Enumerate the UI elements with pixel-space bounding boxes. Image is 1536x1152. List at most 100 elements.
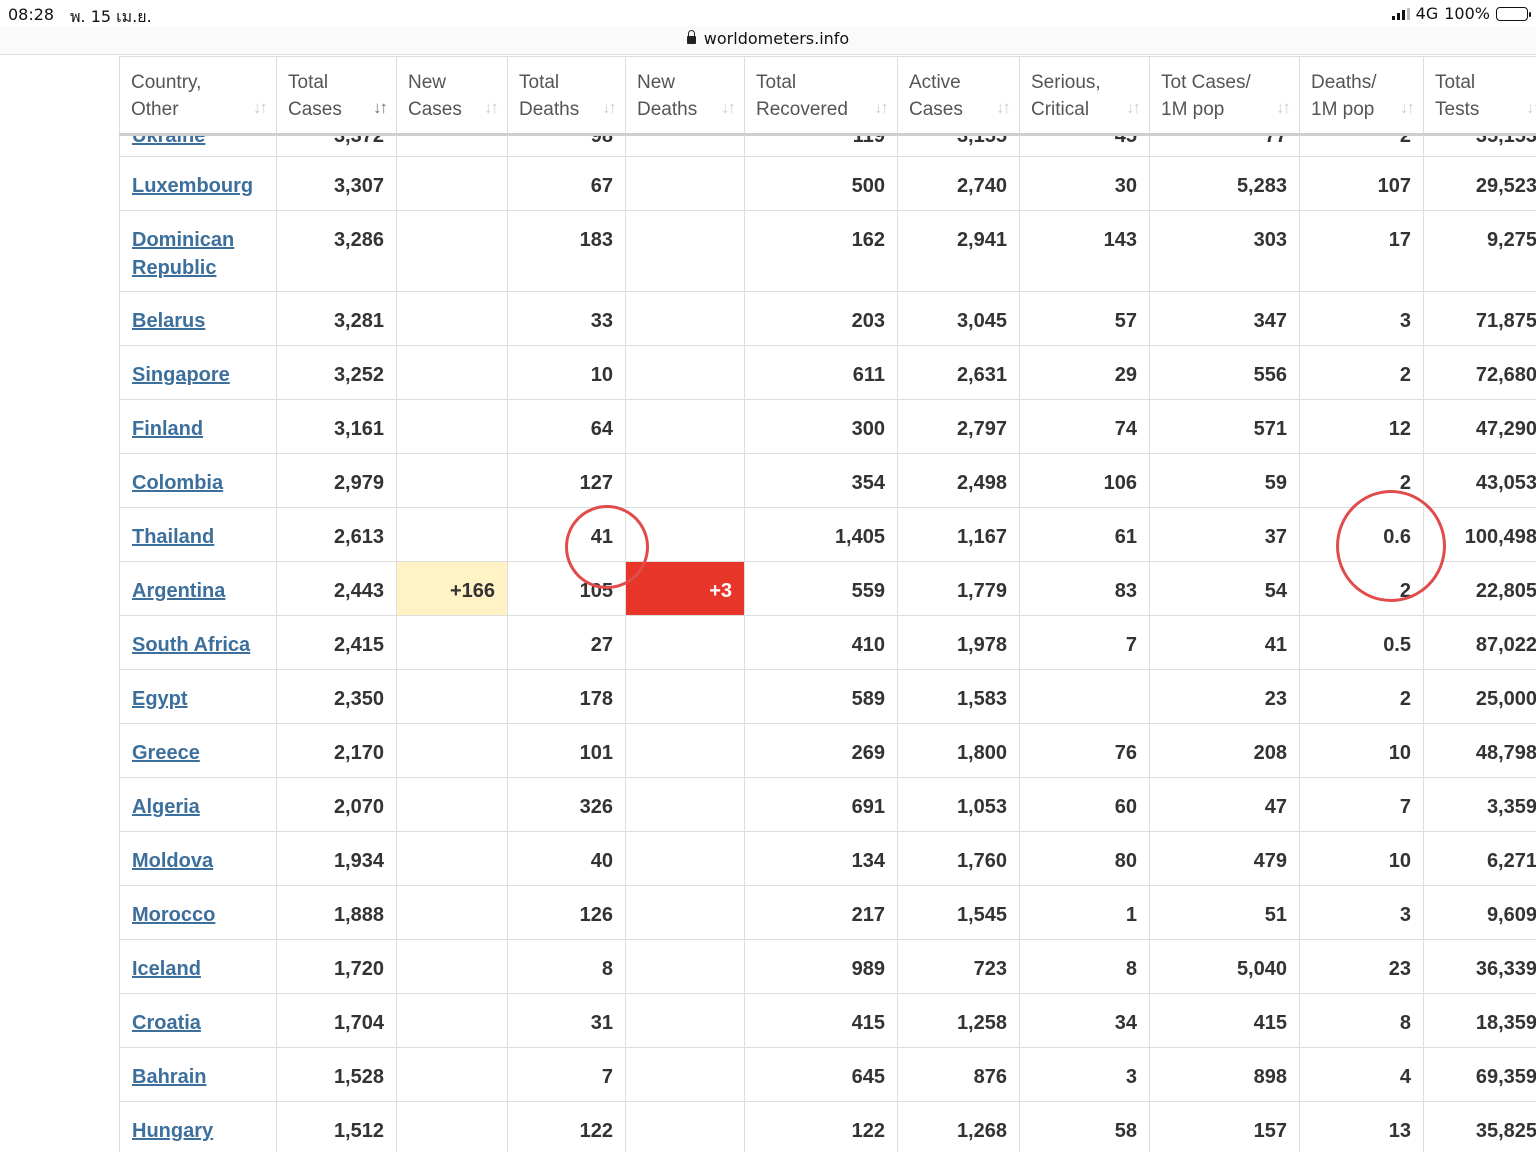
- column-header[interactable]: Total Tests ↓↑: [1423, 56, 1536, 136]
- country-link[interactable]: Bahrain: [132, 1066, 206, 1088]
- table-row: Singapore 3,252 10 611 2,631 29 556 2 72,680: [119, 345, 1536, 400]
- country-link[interactable]: Singapore: [132, 364, 230, 386]
- sort-icon[interactable]: ↓↑: [874, 94, 889, 121]
- cell-value: 1,800: [956, 742, 1007, 764]
- cell-value: 1,779: [956, 580, 1007, 602]
- sort-icon[interactable]: ↓↑: [484, 94, 499, 121]
- column-header[interactable]: Active Cases ↓↑: [897, 56, 1020, 136]
- cell-value: 4: [1399, 1066, 1411, 1088]
- header-line: Deaths: [519, 99, 580, 120]
- table-cell: 217: [744, 885, 898, 940]
- cell-value: 48,798: [1475, 742, 1536, 764]
- country-cell: Belarus: [119, 291, 277, 346]
- table-cell: [396, 615, 508, 670]
- table-cell: 2,170: [276, 723, 397, 778]
- column-header[interactable]: Total Deaths ↓↑: [507, 56, 626, 136]
- table-cell: 5,040: [1149, 939, 1300, 994]
- country-link[interactable]: Morocco: [132, 904, 215, 926]
- country-link[interactable]: Greece: [132, 742, 200, 764]
- table-cell: 60: [1019, 777, 1150, 832]
- table-cell: 12: [1299, 399, 1424, 454]
- table-cell: 77: [1149, 134, 1300, 157]
- cell-value: 2: [1399, 134, 1411, 148]
- country-link[interactable]: Iceland: [132, 958, 201, 980]
- country-link[interactable]: Hungary: [132, 1120, 213, 1142]
- table-cell: 47,290: [1423, 399, 1536, 454]
- table-cell: 10: [507, 345, 626, 400]
- country-link[interactable]: Moldova: [132, 850, 213, 872]
- country-link[interactable]: Colombia: [132, 472, 223, 494]
- cell-value: 1,053: [956, 796, 1007, 818]
- table-cell: 1,528: [276, 1047, 397, 1102]
- cell-value: 3,307: [333, 175, 384, 197]
- sort-icon[interactable]: ↓↑: [602, 94, 617, 121]
- sort-icon[interactable]: ↓↑: [373, 94, 388, 121]
- table-cell: 1,934: [276, 831, 397, 886]
- country-link[interactable]: South Africa: [132, 634, 250, 656]
- data-table-container[interactable]: Country, Other ↓↑ Total Cases ↓↑ New Cases ↓↑ Tot…: [119, 56, 1536, 1152]
- table-cell: 126: [507, 885, 626, 940]
- sort-icon[interactable]: ↓↑: [1526, 94, 1536, 121]
- cell-value: 43,053: [1475, 472, 1536, 494]
- table-cell: [396, 777, 508, 832]
- data-table: Country, Other ↓↑ Total Cases ↓↑ New Cases ↓↑ Tot…: [119, 56, 1536, 1152]
- country-link[interactable]: Luxembourg: [132, 175, 253, 197]
- column-header[interactable]: Country, Other ↓↑: [119, 56, 277, 136]
- battery-icon: [1496, 6, 1531, 21]
- table-cell: 0.5: [1299, 615, 1424, 670]
- table-cell: 25,000: [1423, 669, 1536, 724]
- sort-icon[interactable]: ↓↑: [1276, 94, 1291, 121]
- table-cell: 2,613: [276, 507, 397, 562]
- country-link[interactable]: Belarus: [132, 310, 205, 332]
- country-link[interactable]: Algeria: [132, 796, 200, 818]
- address-bar[interactable]: worldometers.info: [0, 26, 1536, 55]
- table-row: Thailand 2,613 41 1,405 1,167 61 37 0.6 100,498: [119, 507, 1536, 562]
- column-header[interactable]: Tot Cases/1M pop ↓↑: [1149, 56, 1300, 136]
- table-cell: 1,583: [897, 669, 1020, 724]
- table-cell: 58: [1019, 1101, 1150, 1152]
- cell-value: 64: [590, 418, 613, 440]
- country-link[interactable]: Dominican Republic: [132, 226, 252, 282]
- cell-value: 7: [601, 1066, 613, 1088]
- cell-value: 10: [1388, 850, 1411, 872]
- cell-value: 415: [1253, 1012, 1287, 1034]
- cell-value: 3,372: [333, 134, 384, 148]
- table-cell: 4: [1299, 1047, 1424, 1102]
- sort-icon[interactable]: ↓↑: [1126, 94, 1141, 121]
- column-header[interactable]: Serious, Critical ↓↑: [1019, 56, 1150, 136]
- table-row: Finland 3,161 64 300 2,797 74 571 12 47,290: [119, 399, 1536, 454]
- table-cell: 1,258: [897, 993, 1020, 1048]
- cell-value: 6,271: [1486, 850, 1536, 872]
- country-cell: Finland: [119, 399, 277, 454]
- table-row: Iceland 1,720 8 989 723 8 5,040 23 36,339: [119, 939, 1536, 994]
- table-cell: 72,680: [1423, 345, 1536, 400]
- table-cell: 0.6: [1299, 507, 1424, 562]
- cell-value: 12: [1388, 418, 1411, 440]
- table-cell: 559: [744, 561, 898, 616]
- table-cell: 2: [1299, 345, 1424, 400]
- column-header[interactable]: Total Recovered ↓↑: [744, 56, 898, 136]
- column-header[interactable]: Total Cases ↓↑: [276, 56, 397, 136]
- country-link[interactable]: Ukraine: [132, 136, 264, 151]
- country-link[interactable]: Croatia: [132, 1012, 201, 1034]
- sort-icon[interactable]: ↓↑: [1400, 94, 1415, 121]
- sort-icon[interactable]: ↓↑: [253, 94, 268, 121]
- country-link[interactable]: Finland: [132, 418, 203, 440]
- column-header[interactable]: New Deaths ↓↑: [625, 56, 745, 136]
- column-header[interactable]: New Cases ↓↑: [396, 56, 508, 136]
- sort-icon[interactable]: ↓↑: [721, 94, 736, 121]
- country-link[interactable]: Argentina: [132, 580, 225, 602]
- cell-value: 354: [851, 472, 885, 494]
- column-header[interactable]: Deaths/1M pop ↓↑: [1299, 56, 1424, 136]
- country-link[interactable]: Egypt: [132, 688, 188, 710]
- table-cell: 74: [1019, 399, 1150, 454]
- table-cell: 3: [1019, 1047, 1150, 1102]
- table-cell: 47: [1149, 777, 1300, 832]
- cell-value: 13: [1388, 1120, 1411, 1142]
- header-line: New: [637, 72, 676, 93]
- sort-icon[interactable]: ↓↑: [996, 94, 1011, 121]
- country-link[interactable]: Thailand: [132, 526, 214, 548]
- cell-value: 479: [1253, 850, 1287, 872]
- table-cell: 571: [1149, 399, 1300, 454]
- cell-value: 45: [1114, 134, 1137, 148]
